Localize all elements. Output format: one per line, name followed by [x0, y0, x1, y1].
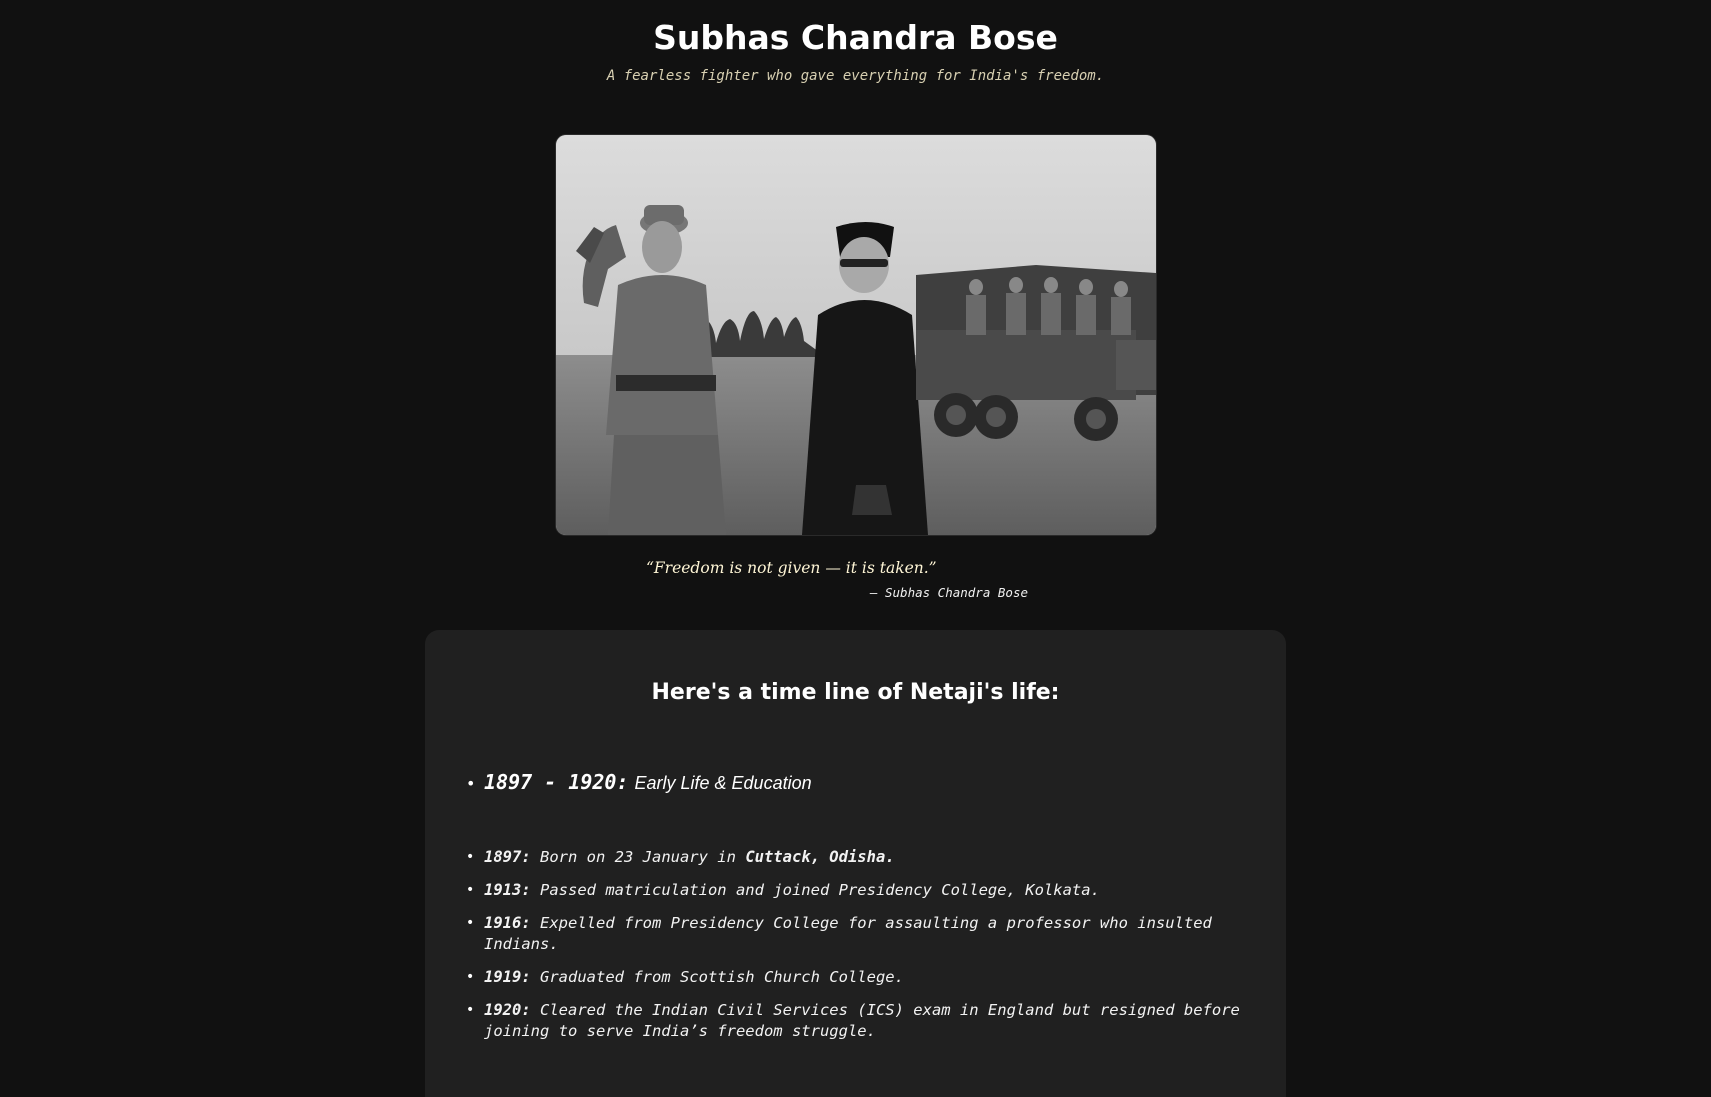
page-subtitle: A fearless fighter who gave everything f…	[606, 68, 1105, 84]
event-year: 1913:	[484, 881, 531, 899]
event-year: 1919:	[484, 968, 531, 986]
event-text: Passed matriculation and joined Presiden…	[530, 881, 1100, 899]
bullet-icon: •	[466, 849, 475, 865]
bullet-icon: •	[466, 969, 475, 985]
event-year: 1920:	[484, 1001, 531, 1019]
event-year: 1897:	[484, 848, 531, 866]
page-title: Subhas Chandra Bose	[653, 18, 1058, 57]
period-years: 1897 - 1920	[484, 770, 617, 794]
event-text: Graduated from Scottish Church College.	[530, 968, 904, 986]
event-text: Cleared the Indian Civil Services (ICS) …	[484, 1001, 1240, 1040]
event-place: Cuttack, Odisha.	[745, 848, 895, 866]
event-year: 1916:	[484, 914, 531, 932]
list-item: • 1916: Expelled from Presidency College…	[466, 913, 1276, 955]
list-item: • 1897: Born on 23 January in Cuttack, O…	[466, 847, 1276, 868]
timeline-period: • 1897 - 1920 : Early Life & Education	[466, 770, 812, 794]
event-text: Born on 23 January in	[530, 848, 746, 866]
bullet-icon: •	[466, 882, 475, 898]
page: Subhas Chandra Bose A fearless fighter w…	[0, 0, 1711, 1097]
event-text: Expelled from Presidency College for ass…	[484, 914, 1212, 953]
bullet-icon: •	[466, 774, 476, 793]
event-list: • 1897: Born on 23 January in Cuttack, O…	[466, 847, 1276, 1054]
historical-photo	[556, 135, 1156, 535]
period-colon: :	[616, 770, 629, 794]
bullet-icon: •	[466, 915, 475, 931]
list-item: • 1913: Passed matriculation and joined …	[466, 880, 1276, 901]
list-item: • 1919: Graduated from Scottish Church C…	[466, 967, 1276, 988]
period-title: Early Life & Education	[634, 773, 812, 793]
quote-text: “Freedom is not given — it is taken.”	[646, 559, 937, 577]
bullet-icon: •	[466, 1002, 475, 1018]
quote-attribution: — Subhas Chandra Bose	[869, 585, 1028, 600]
list-item: • 1920: Cleared the Indian Civil Service…	[466, 1000, 1276, 1042]
timeline-heading: Here's a time line of Netaji's life:	[651, 680, 1060, 705]
